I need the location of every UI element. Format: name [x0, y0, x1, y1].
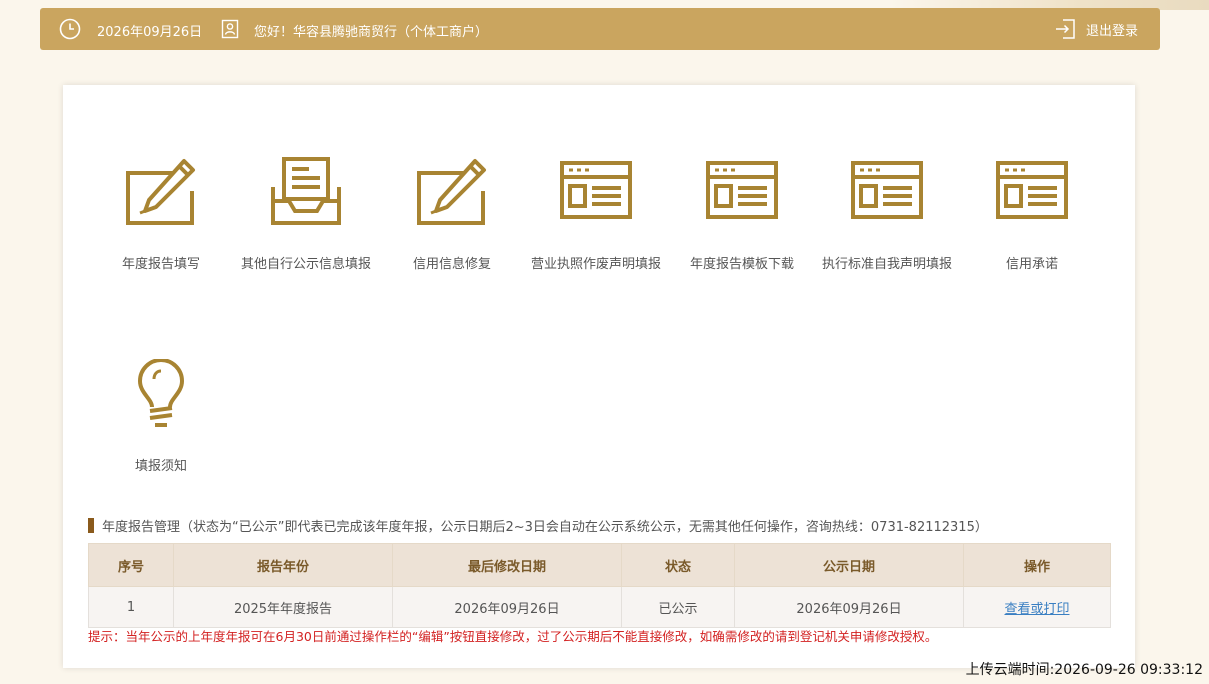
tile-label: 信用信息修复: [412, 257, 491, 272]
column-header: 最后修改日期: [392, 543, 622, 587]
column-header: 操作: [963, 543, 1111, 587]
section-title-text: 年度报告管理（状态为“已公示”即代表已完成该年度年报，公示日期后2~3日会自动在…: [102, 519, 988, 535]
tile-template-download[interactable]: 年度报告模板下载: [667, 157, 817, 272]
tile-other-disclosure-fill[interactable]: 其他自行公示信息填报: [231, 157, 381, 272]
tile-label: 年度报告填写: [121, 257, 200, 272]
tile-credit-repair[interactable]: 信用信息修复: [377, 157, 527, 272]
logout-label: 退出登录: [1085, 23, 1138, 39]
lightbulb-icon: [137, 359, 185, 427]
logout-icon: [1055, 19, 1075, 39]
logout-button[interactable]: 退出登录: [1054, 18, 1138, 40]
column-header: 状态: [621, 543, 735, 587]
cell-action: 查看或打印: [963, 586, 1111, 628]
edit-pencil-icon: [417, 159, 486, 225]
user-id-icon: [221, 19, 239, 39]
tile-license-void-statement[interactable]: 营业执照作废声明填报: [521, 157, 671, 272]
cell-status: 已公示: [621, 586, 735, 628]
cell-index: 1: [88, 586, 174, 628]
column-header: 报告年份: [173, 543, 393, 587]
edit-pencil-icon: [126, 159, 195, 225]
tile-filing-notice[interactable]: 填报须知: [86, 359, 236, 474]
table-header-row: 序号 报告年份 最后修改日期 状态 公示日期 操作: [88, 543, 1111, 587]
tile-label: 营业执照作废声明填报: [530, 257, 661, 272]
tile-label: 填报须知: [134, 459, 187, 474]
current-date: 2026年09月26日: [97, 25, 203, 40]
tile-label: 执行标准自我声明填报: [821, 257, 952, 272]
column-header: 公示日期: [734, 543, 964, 587]
annual-report-table: 序号 报告年份 最后修改日期 状态 公示日期 操作 1 2025年年度报告 20…: [88, 543, 1111, 628]
window-card-icon: [996, 161, 1068, 219]
table-row: 1 2025年年度报告 2026年09月26日 已公示 2026年09月26日 …: [88, 586, 1111, 628]
tile-standard-self-declaration[interactable]: 执行标准自我声明填报: [812, 157, 962, 272]
tile-label: 信用承诺: [1005, 257, 1058, 272]
clock-icon: [59, 18, 81, 40]
main-panel: 年度报告填写 其他自行公示信息填报 信用信息修复 营业执照作废声明填报 年度报告…: [63, 85, 1135, 668]
tile-annual-report-fill[interactable]: 年度报告填写: [86, 157, 236, 272]
window-card-icon: [851, 161, 923, 219]
tile-credit-commitment[interactable]: 信用承诺: [957, 157, 1107, 272]
section-title: 年度报告管理（状态为“已公示”即代表已完成该年度年报，公示日期后2~3日会自动在…: [88, 517, 988, 535]
header-bar: 2026年09月26日 您好！华容县腾驰商贸行（个体工商户） 退出登录: [40, 8, 1160, 50]
tile-label: 其他自行公示信息填报: [240, 257, 371, 272]
hint-text: 提示：当年公示的上年度年报可在6月30日前通过操作栏的“编辑”按钮直接修改，过了…: [88, 629, 938, 644]
cell-report-year: 2025年年度报告: [173, 586, 393, 628]
cell-publish-date: 2026年09月26日: [734, 586, 964, 628]
view-print-link[interactable]: 查看或打印: [1004, 602, 1069, 617]
section-marker: [88, 517, 94, 533]
cell-modified-date: 2026年09月26日: [392, 586, 622, 628]
user-greeting: 您好！华容县腾驰商贸行（个体工商户）: [254, 25, 489, 40]
upload-timestamp: 上传云端时间:2026-09-26 09:33:12: [965, 662, 1203, 678]
column-header: 序号: [88, 543, 174, 587]
tile-label: 年度报告模板下载: [689, 257, 794, 272]
window-card-icon: [560, 161, 632, 219]
window-card-icon: [706, 161, 778, 219]
inbox-document-icon: [271, 157, 341, 225]
